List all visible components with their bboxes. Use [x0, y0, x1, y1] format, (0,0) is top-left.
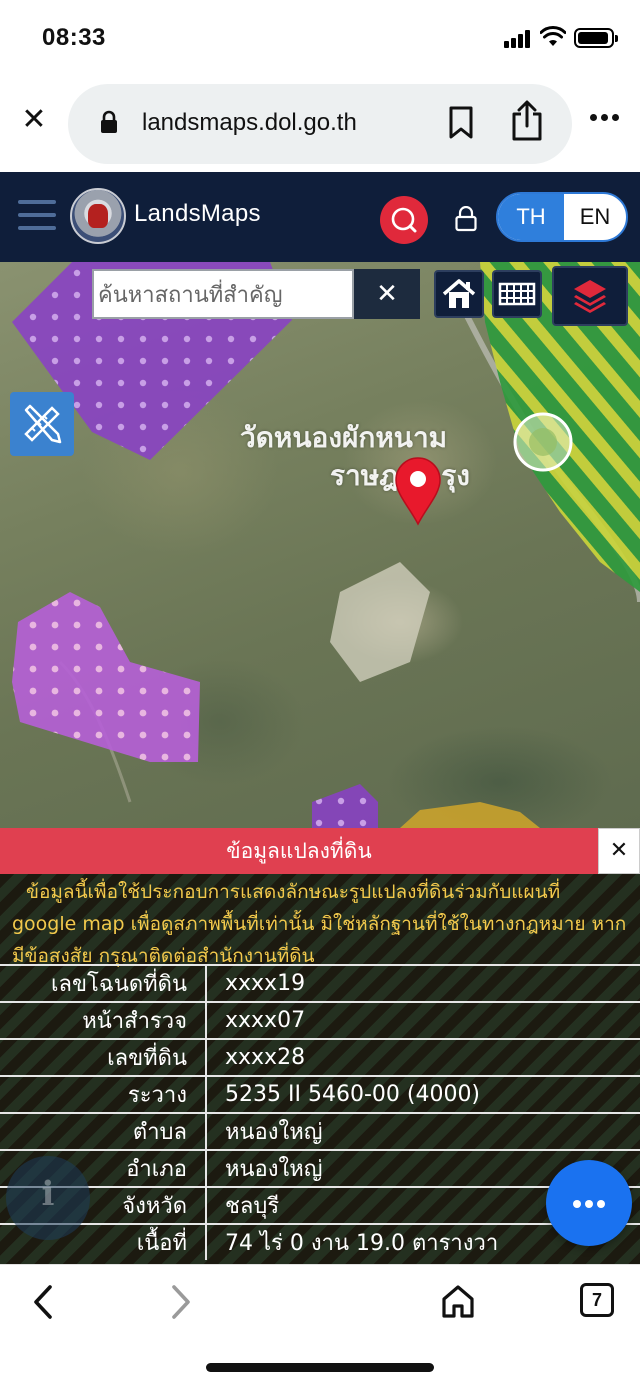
home-button[interactable] [434, 270, 484, 318]
place-search-input[interactable] [98, 277, 348, 313]
search-icon [391, 207, 417, 233]
grid-button[interactable] [492, 270, 542, 318]
row-value: หนองใหญ่ [206, 1112, 640, 1150]
bookmark-icon[interactable] [448, 106, 474, 140]
table-row: ระวาง 5235 II 5460-00 (4000) [0, 1075, 640, 1113]
chat-icon[interactable] [546, 1160, 632, 1246]
map-overlays [12, 262, 640, 828]
app-title: LandsMaps [134, 200, 261, 227]
row-value: xxxx28 [206, 1038, 640, 1076]
tabs-button[interactable]: 7 [580, 1283, 614, 1317]
row-label: เลขโฉนดที่ดิน [0, 964, 207, 1002]
home-icon [442, 279, 476, 308]
table-row: อำเภอ หนองใหญ่ [0, 1149, 640, 1187]
land-panel-title: ข้อมูลแปลงที่ดิน [0, 828, 598, 874]
row-label: ตำบล [0, 1112, 207, 1150]
row-value: 5235 II 5460-00 (4000) [206, 1075, 640, 1113]
row-label: เลขที่ดิน [0, 1038, 207, 1076]
app-header: LandsMaps TH EN [0, 172, 640, 262]
parcel-overlay [312, 784, 378, 828]
row-value: xxxx07 [206, 1001, 640, 1039]
address-bar[interactable]: landsmaps.dol.go.th [68, 84, 572, 164]
browser-bottom-nav: 7 [0, 1264, 640, 1384]
map-pin-icon[interactable] [390, 454, 446, 526]
table-row: หน้าสำรวจ xxxx07 [0, 1001, 640, 1039]
padlock-icon[interactable] [454, 206, 478, 232]
table-row: เนื้อที่ 74 ไร่ 0 งาน 19.0 ตารางวา [0, 1223, 640, 1260]
status-bar: 08:33 [0, 0, 640, 76]
row-label: หน้าสำรวจ [0, 1001, 207, 1039]
back-arrow-icon[interactable] [28, 1283, 58, 1321]
hamburger-icon[interactable] [18, 198, 56, 232]
info-icon[interactable] [6, 1156, 90, 1240]
table-row: เลขโฉนดที่ดิน xxxx19 [0, 964, 640, 1002]
wifi-icon [540, 26, 566, 46]
row-value: xxxx19 [206, 964, 640, 1002]
search-clear-button[interactable]: ✕ [354, 269, 420, 319]
lang-en-button[interactable]: EN [564, 194, 626, 240]
share-icon[interactable] [510, 100, 544, 142]
table-row: จังหวัด ชลบุรี [0, 1186, 640, 1224]
lock-icon [101, 110, 117, 133]
department-logo [70, 188, 126, 244]
cellular-signal-icon [504, 30, 532, 48]
grid-icon [498, 282, 536, 306]
battery-icon [574, 28, 618, 48]
close-icon[interactable]: ✕ [18, 104, 50, 136]
land-info-panel: ข้อมูลนี้เพื่อใช้ประกอบการแสดงลักษณะรูปแ… [0, 874, 640, 1264]
measure-tool-button[interactable] [10, 392, 74, 456]
home-icon[interactable] [440, 1283, 476, 1319]
layers-icon [574, 280, 606, 313]
more-icon[interactable] [588, 112, 622, 124]
disclaimer-notice: ข้อมูลนี้เพื่อใช้ประกอบการแสดงลักษณะรูปแ… [12, 881, 627, 967]
row-label: ระวาง [0, 1075, 207, 1113]
home-indicator [206, 1363, 434, 1372]
status-time: 08:33 [42, 24, 106, 51]
browser-toolbar: ✕ landsmaps.dol.go.th [0, 76, 640, 172]
parcel-overlay [12, 592, 200, 762]
url-text[interactable]: landsmaps.dol.go.th [142, 109, 357, 137]
table-row: เลขที่ดิน xxxx28 [0, 1038, 640, 1076]
panel-close-button[interactable]: ✕ [598, 828, 640, 874]
place-search-box [92, 269, 354, 319]
layers-button[interactable] [552, 266, 628, 326]
search-button[interactable] [380, 196, 428, 244]
lang-th-button[interactable]: TH [498, 194, 564, 240]
language-toggle: TH EN [496, 192, 628, 242]
table-row: ตำบล หนองใหญ่ [0, 1112, 640, 1150]
ruler-pencil-icon [24, 404, 62, 444]
forward-arrow-icon[interactable] [166, 1283, 196, 1321]
satellite-map[interactable]: ✕ วัดหนองผักหนาม ราษฎ บำรุง [0, 262, 640, 828]
land-info-table: เลขโฉนดที่ดิน xxxx19 หน้าสำรวจ xxxx07 เลขท… [0, 964, 640, 1260]
